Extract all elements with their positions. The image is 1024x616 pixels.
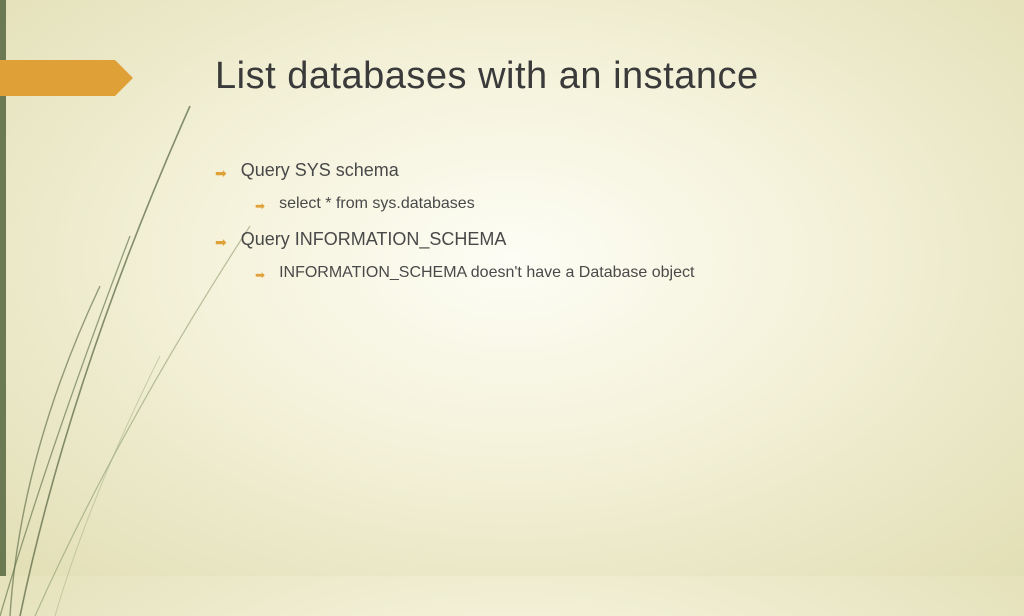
bullet-text: select * from sys.databases — [279, 195, 475, 213]
bullet-icon: ➡ — [215, 235, 227, 249]
bullet-icon: ➡ — [215, 166, 227, 180]
bullet-level2: ➡ select * from sys.databases — [255, 195, 694, 213]
bullet-text: INFORMATION_SCHEMA doesn't have a Databa… — [279, 264, 694, 282]
slide-content: ➡ Query SYS schema ➡ select * from sys.d… — [215, 160, 694, 298]
bullet-icon: ➡ — [255, 200, 265, 212]
bullet-level1: ➡ Query INFORMATION_SCHEMA — [215, 229, 694, 250]
arrow-banner — [0, 60, 115, 96]
bullet-text: Query SYS schema — [241, 160, 399, 181]
bullet-icon: ➡ — [255, 269, 265, 281]
slide-title: List databases with an instance — [215, 55, 759, 98]
bullet-level2: ➡ INFORMATION_SCHEMA doesn't have a Data… — [255, 264, 694, 282]
bullet-text: Query INFORMATION_SCHEMA — [241, 229, 507, 250]
bullet-level1: ➡ Query SYS schema — [215, 160, 694, 181]
